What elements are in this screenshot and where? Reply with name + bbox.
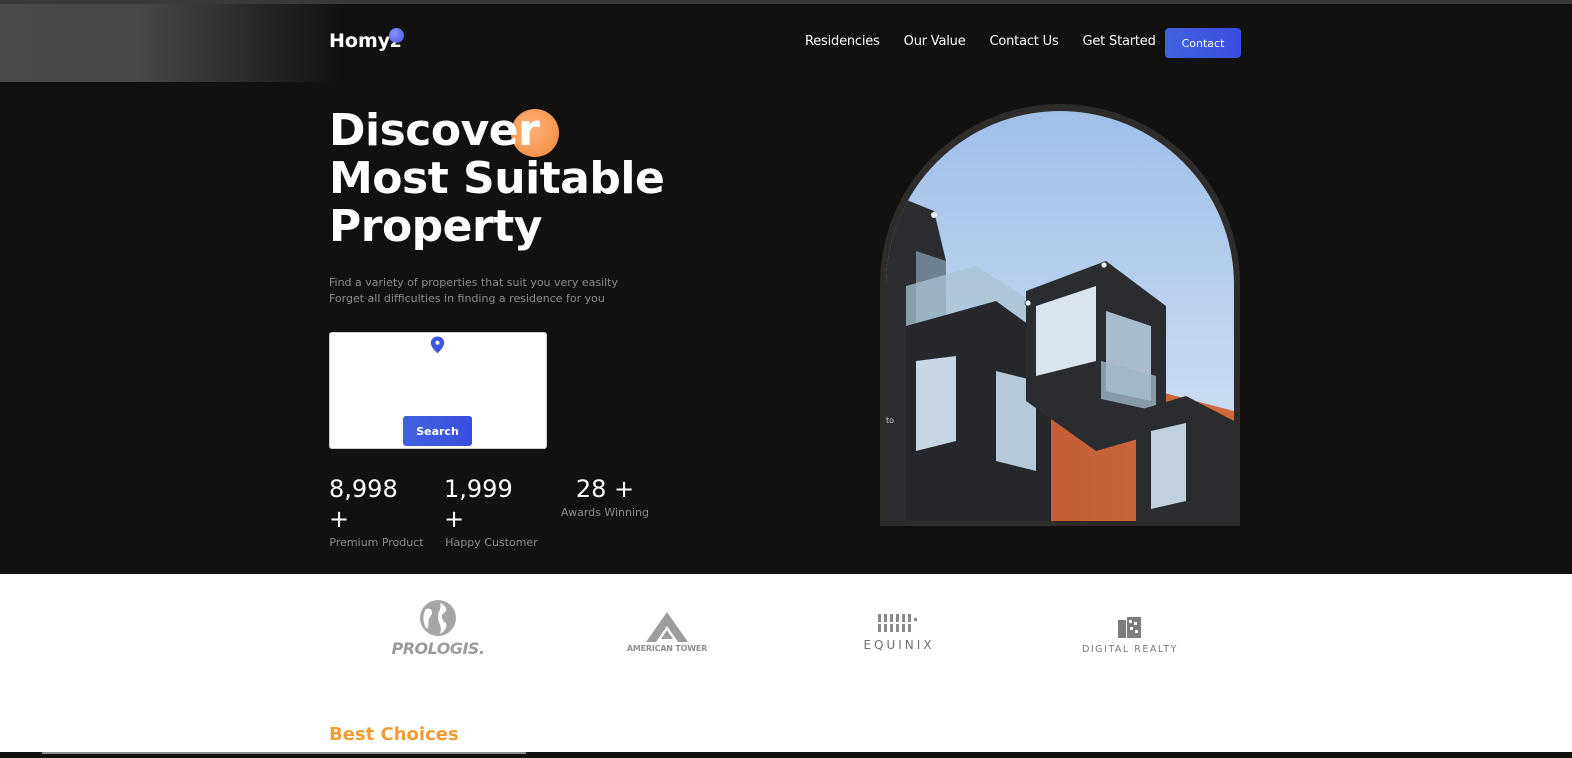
nav-link-our-value[interactable]: Our Value <box>904 34 966 49</box>
header-glow <box>0 0 340 82</box>
search-button[interactable]: Search <box>403 416 472 446</box>
building-illustration: to <box>886 111 1234 521</box>
hero-subtitle-line: Find a variety of properties that suit y… <box>329 276 619 289</box>
digital-realty-mark-icon <box>1118 617 1141 638</box>
nav-link-get-started[interactable]: Get Started <box>1083 34 1156 49</box>
hero-subtitle: Find a variety of properties that suit y… <box>329 275 618 307</box>
stat-happy-customer: 1,999 + Happy Customer <box>444 474 539 549</box>
search-box[interactable]: Search <box>329 332 547 449</box>
company-logos-strip: PROLOGIS. AMERICAN TOWER EQUINIX DIGITAL… <box>0 574 1572 700</box>
company-name: EQUINIX <box>863 638 935 652</box>
best-choices-heading: Best Choices <box>329 724 459 745</box>
company-logo-digital-realty: DIGITAL REALTY <box>1076 616 1184 655</box>
company-name: PROLOGIS. <box>391 639 485 658</box>
company-logo-american-tower: AMERICAN TOWER <box>614 612 720 653</box>
hero-title-line: Property <box>329 201 542 252</box>
image-alt-text: to <box>886 416 894 425</box>
location-pin-icon <box>430 336 445 354</box>
hero-building-image: to <box>886 111 1234 521</box>
company-name: DIGITAL REALTY <box>1082 644 1178 655</box>
hero-section: Homyz Residencies Our Value Contact Us G… <box>0 0 1572 574</box>
hero-title: Discover Most Suitable Property <box>329 105 665 252</box>
stat-value: 28 + <box>575 475 635 503</box>
equinix-mark-icon <box>878 614 917 632</box>
stats-row: 8,998 + Premium Product 1,999 + Happy Cu… <box>329 474 649 549</box>
hero-subtitle-line: Forget all difficulties in finding a res… <box>329 292 605 305</box>
globe-icon <box>420 600 456 636</box>
scroll-indicator <box>42 752 526 754</box>
stat-value: 1,999 + <box>444 475 513 533</box>
main-nav: Residencies Our Value Contact Us Get Sta… <box>805 34 1156 49</box>
hero-title-line: Most Suitable <box>329 153 665 204</box>
nav-link-residencies[interactable]: Residencies <box>805 34 880 49</box>
nav-link-contact-us[interactable]: Contact Us <box>990 34 1059 49</box>
stat-premium-product: 8,998 + Premium Product <box>329 474 424 549</box>
bottom-strip <box>0 752 1572 758</box>
company-name: AMERICAN TOWER <box>626 644 708 653</box>
window-top-border <box>0 0 1572 4</box>
stat-label: Awards Winning <box>561 506 649 519</box>
contact-button[interactable]: Contact <box>1165 28 1241 58</box>
hero-title-line: Discover <box>329 105 540 156</box>
company-logo-prologis: PROLOGIS. <box>388 599 488 658</box>
stat-label: Happy Customer <box>445 536 538 549</box>
tower-icon <box>646 612 688 642</box>
logo-dot <box>389 28 404 43</box>
company-logo-equinix: EQUINIX <box>858 612 940 652</box>
stat-awards-winning: 28 + Awards Winning <box>561 474 649 549</box>
stat-label: Premium Product <box>329 536 424 549</box>
stat-value: 8,998 + <box>329 475 398 533</box>
